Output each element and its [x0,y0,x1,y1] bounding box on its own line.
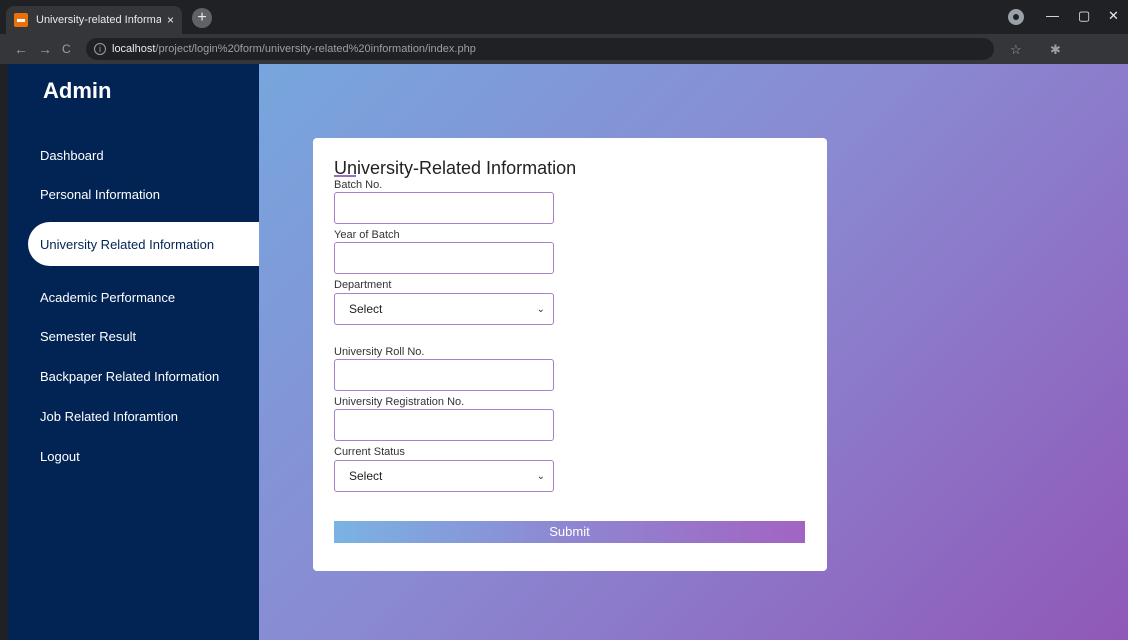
browser-tab-bar: University-related Information × + — ▢ ✕ [0,0,1128,34]
profile-icon[interactable] [1008,9,1024,25]
sidebar-item-university-related-information[interactable]: University Related Information [28,222,259,266]
department-label: Department [334,279,392,291]
sidebar-title: Admin [43,78,112,103]
university-registration-no-label: University Registration No. [334,396,465,408]
reload-icon[interactable]: C [62,42,71,56]
maximize-icon[interactable]: ▢ [1078,8,1090,24]
university-roll-no-label: University Roll No. [334,346,425,358]
form-card: University-Related Information Batch No.… [313,138,827,571]
current-status-select[interactable]: Select ⌄ [334,460,554,492]
current-status-select-value: Select [349,469,383,483]
sidebar-item-backpaper-related-information[interactable]: Backpaper Related Information [40,369,219,384]
address-bar[interactable]: i localhost /project/login%20form/univer… [86,38,994,60]
university-roll-no-input[interactable] [334,359,554,391]
site-info-icon[interactable]: i [94,43,106,55]
chevron-down-icon: ⌄ [536,470,545,482]
extensions-puzzle-icon[interactable]: ✱ [1050,42,1061,58]
sidebar-item-job-related-information[interactable]: Job Related Inforamtion [40,409,178,424]
batch-no-label: Batch No. [334,179,383,191]
sidebar-item-personal-information[interactable]: Personal Information [40,187,160,202]
page: Admin Dashboard Personal Information Uni… [0,64,1128,640]
minimize-icon[interactable]: — [1046,8,1059,23]
sidebar-item-academic-performance[interactable]: Academic Performance [40,290,175,305]
current-status-label: Current Status [334,446,405,458]
year-of-batch-input[interactable] [334,242,554,274]
batch-no-input[interactable] [334,192,554,224]
department-select[interactable]: Select ⌄ [334,293,554,325]
sidebar-item-semester-result[interactable]: Semester Result [40,329,136,344]
browser-tab[interactable]: University-related Information × [6,6,182,34]
year-of-batch-label: Year of Batch [334,229,400,241]
tab-close-icon[interactable]: × [167,13,174,27]
close-window-icon[interactable]: ✕ [1108,8,1119,24]
new-tab-button[interactable]: + [192,8,212,28]
bookmark-star-icon[interactable]: ☆ [1010,42,1022,58]
tab-favicon-icon [14,13,28,27]
university-registration-no-input[interactable] [334,409,554,441]
department-select-value: Select [349,302,383,316]
form-title: University-Related Information [334,158,577,178]
sidebar: Admin Dashboard Personal Information Uni… [8,64,259,640]
sidebar-item-dashboard[interactable]: Dashboard [40,148,104,163]
title-underline [334,175,356,177]
submit-button[interactable]: Submit [334,521,805,543]
url-host: localhost [112,43,156,55]
forward-icon[interactable]: → [38,41,52,57]
tab-title: University-related Information [36,14,161,26]
chevron-down-icon: ⌄ [536,303,545,315]
back-icon[interactable]: ← [14,41,28,57]
browser-toolbar: ← → C i localhost /project/login%20form/… [0,34,1128,64]
sidebar-item-label: University Related Information [40,237,215,252]
main-content: University-Related Information Batch No.… [259,64,1128,640]
sidebar-item-logout[interactable]: Logout [40,449,80,464]
url-path: /project/login%20form/university-related… [155,43,476,55]
